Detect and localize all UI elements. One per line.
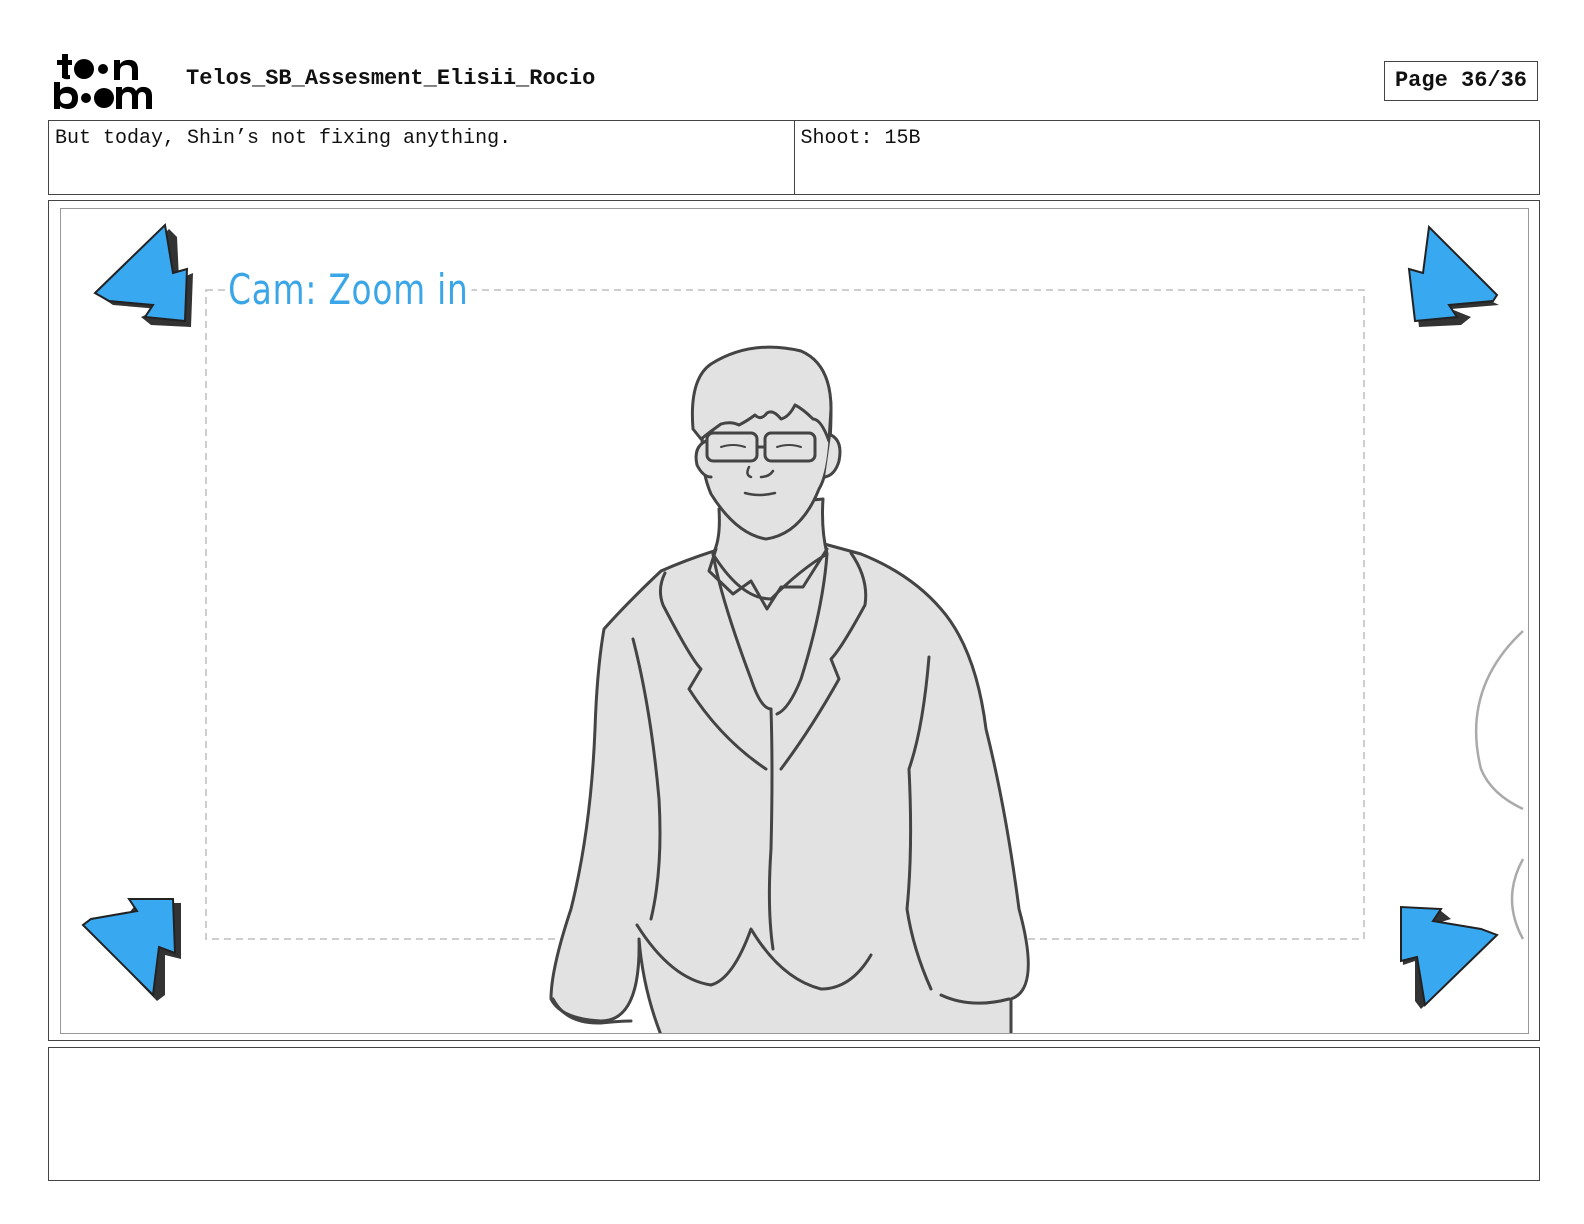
page-number: Page 36/36 <box>1384 61 1538 101</box>
dialogue-text: But today, Shin’s not fixing anything. <box>55 127 512 150</box>
character-figure <box>549 345 1030 1033</box>
panel-info-row: But today, Shin’s not fixing anything. S… <box>48 120 1540 195</box>
zoom-arrow-bottom-left <box>81 898 181 1001</box>
panel-notes-box <box>48 1047 1540 1181</box>
storyboard-panel: Cam: Zoom in <box>60 208 1529 1034</box>
toon-boom-logo <box>54 54 152 109</box>
zoom-arrow-top-left <box>93 222 193 327</box>
zoom-arrow-bottom-right <box>1400 905 1499 1009</box>
zoom-arrow-top-right <box>1407 224 1499 327</box>
camera-note: Cam: Zoom in <box>225 265 472 314</box>
document-title: Telos_SB_Assesment_Elisii_Rocio <box>186 66 596 91</box>
panel-drawing <box>81 222 1525 1033</box>
shot-number: Shoot: 15B <box>793 121 1540 194</box>
